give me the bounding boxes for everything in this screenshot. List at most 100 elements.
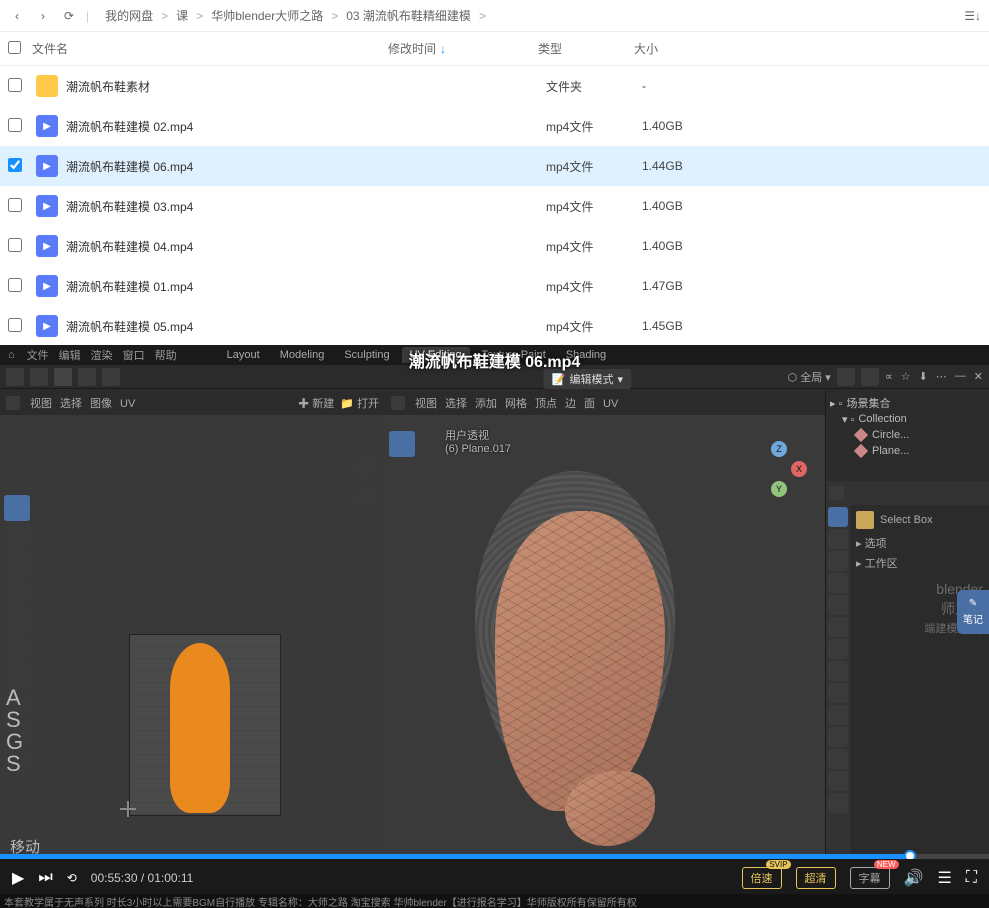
col-type[interactable]: 类型 <box>538 40 634 57</box>
prop-output-tab[interactable] <box>828 551 848 571</box>
col-size[interactable]: 大小 <box>634 40 981 57</box>
speed-button[interactable]: 倍速SVIP <box>742 867 782 889</box>
vp-cursor-tool[interactable] <box>389 459 415 485</box>
axis-x[interactable]: X <box>791 461 807 477</box>
prop-render-tab[interactable] <box>828 529 848 549</box>
breadcrumb-segment[interactable]: 课 <box>176 7 188 24</box>
collection-row[interactable]: ▾ ▫ Collection <box>830 411 985 427</box>
vp-loopcut-tool[interactable] <box>389 767 415 793</box>
uv-menu-item[interactable]: 选择 <box>60 398 82 410</box>
viewport-mode-icon[interactable] <box>391 396 405 410</box>
axis-y[interactable]: Y <box>771 481 787 497</box>
vp-rotate-tool[interactable] <box>389 515 415 541</box>
vp-menu-item[interactable]: 面 <box>584 398 595 410</box>
workspace-section[interactable]: 工作区 <box>865 558 898 570</box>
prop-physics-tab[interactable] <box>828 705 848 725</box>
vp-menu-item[interactable]: 边 <box>565 398 576 410</box>
vp-annotate-tool[interactable] <box>389 599 415 625</box>
repeat-button[interactable]: ⟲ <box>67 871 77 885</box>
uv-island-sole[interactable] <box>170 643 230 813</box>
more-icon[interactable]: ⋯ <box>936 370 947 383</box>
vp-move-tool[interactable] <box>389 487 415 513</box>
file-row[interactable]: ▶ 潮流帆布鞋建模 04.mp4 mp4文件 1.40GB <box>0 226 989 266</box>
vp-knife-tool[interactable] <box>389 795 415 821</box>
file-row[interactable]: ▶ 潮流帆布鞋建模 01.mp4 mp4文件 1.47GB <box>0 266 989 306</box>
uv-editor-icon[interactable] <box>6 396 20 410</box>
mesh-object[interactable] <box>455 471 715 821</box>
prop-particle-tab[interactable] <box>828 683 848 703</box>
prop-scene-tab[interactable] <box>828 595 848 615</box>
pivot-icon[interactable] <box>861 368 879 386</box>
select-all-checkbox[interactable] <box>8 41 21 54</box>
nav-back-icon[interactable]: ‹ <box>8 7 26 25</box>
uv-move-tool[interactable] <box>4 551 30 577</box>
vp-measure-tool[interactable] <box>389 627 415 653</box>
vp-extrude-tool[interactable] <box>389 683 415 709</box>
axis-z[interactable]: Z <box>771 441 787 457</box>
uv-canvas[interactable]: A S G S 移动 <box>0 415 385 865</box>
breadcrumb-segment[interactable]: 我的网盘 <box>105 7 153 24</box>
menu-item[interactable]: 编辑 <box>59 350 81 362</box>
file-row[interactable]: ▶ 潮流帆布鞋建模 05.mp4 mp4文件 1.45GB <box>0 306 989 346</box>
prop-tool-tab[interactable] <box>828 507 848 527</box>
nav-gizmo[interactable]: Z X Y <box>751 441 807 497</box>
col-modified[interactable]: 修改时间↓ <box>388 40 538 57</box>
vp-bevel-tool[interactable] <box>389 739 415 765</box>
vp-select-tool[interactable] <box>389 431 415 457</box>
uv-scale-tool[interactable] <box>4 607 30 633</box>
star-icon[interactable]: ☆ <box>901 370 911 383</box>
viewport-3d[interactable]: 📝 编辑模式 ▾ 视图选择添加网格顶点边面UV 用户透视 (6) Plane.0… <box>385 391 825 865</box>
breadcrumb-segment[interactable]: 华帅blender大师之路 <box>211 7 323 24</box>
overlay-icon[interactable] <box>102 368 120 386</box>
uv-transform-tool[interactable] <box>4 635 30 661</box>
prop-data-tab[interactable] <box>828 749 848 769</box>
vp-pan-icon[interactable] <box>795 541 819 565</box>
uv-open-button[interactable]: 📁 打开 <box>340 395 379 411</box>
vp-inset-tool[interactable] <box>389 711 415 737</box>
row-checkbox[interactable] <box>8 278 22 292</box>
file-row[interactable]: ▶ 潮流帆布鞋建模 02.mp4 mp4文件 1.40GB <box>0 106 989 146</box>
row-checkbox[interactable] <box>8 318 22 332</box>
nav-refresh-icon[interactable]: ⟳ <box>60 7 78 25</box>
row-checkbox[interactable] <box>8 238 22 252</box>
uv-new-button[interactable]: ✚ 新建 <box>298 395 334 411</box>
prop-world-tab[interactable] <box>828 617 848 637</box>
file-row[interactable]: 潮流帆布鞋素材 文件夹 - <box>0 66 989 106</box>
snap-icon[interactable] <box>30 368 48 386</box>
prop-material-tab[interactable] <box>828 771 848 791</box>
view-options-icon[interactable]: ☰↓ <box>964 9 981 23</box>
uv-menu-item[interactable]: 图像 <box>90 398 112 410</box>
vp-menu-item[interactable]: 视图 <box>415 398 437 410</box>
orient-icon[interactable] <box>837 368 855 386</box>
col-name[interactable]: 文件名 <box>32 40 388 57</box>
menu-item[interactable]: 帮助 <box>155 350 177 362</box>
menu-item[interactable]: 窗口 <box>123 350 145 362</box>
scene-collection-row[interactable]: ▸ ▫ 场景集合 <box>830 395 985 411</box>
vp-persp-icon[interactable] <box>795 601 819 625</box>
prop-modifier-tab[interactable] <box>828 661 848 681</box>
vp-scale-tool[interactable] <box>389 543 415 569</box>
menu-item[interactable]: 文件 <box>27 350 49 362</box>
shade-icon[interactable] <box>78 368 96 386</box>
file-row[interactable]: ▶ 潮流帆布鞋建模 06.mp4 mp4文件 1.44GB <box>0 146 989 186</box>
menu-item[interactable]: 渲染 <box>91 350 113 362</box>
playlist-icon[interactable]: ☰ <box>937 868 951 888</box>
vp-transform-tool[interactable] <box>389 571 415 597</box>
vp-zoom-icon[interactable] <box>795 511 819 535</box>
workspace-tab[interactable]: Layout <box>219 347 268 363</box>
vp-menu-item[interactable]: 添加 <box>475 398 497 410</box>
vp-menu-item[interactable]: 选择 <box>445 398 467 410</box>
subtitle-button[interactable]: 字幕NEW <box>850 867 890 889</box>
vp-menu-item[interactable]: 网格 <box>505 398 527 410</box>
vp-menu-item[interactable]: 顶点 <box>535 398 557 410</box>
close-icon[interactable]: ✕ <box>974 370 983 383</box>
vp-camera-icon[interactable] <box>795 571 819 595</box>
minimize-icon[interactable]: — <box>955 370 966 383</box>
vp-poly-tool[interactable] <box>389 823 415 849</box>
workspace-tab[interactable]: Modeling <box>272 347 333 363</box>
props-icon[interactable] <box>830 486 844 500</box>
notes-button[interactable]: ✎ 笔记 <box>957 590 989 634</box>
share-icon[interactable]: ∝ <box>885 370 893 383</box>
uv-pan-icon[interactable] <box>353 485 377 509</box>
file-row[interactable]: ▶ 潮流帆布鞋建模 03.mp4 mp4文件 1.40GB <box>0 186 989 226</box>
